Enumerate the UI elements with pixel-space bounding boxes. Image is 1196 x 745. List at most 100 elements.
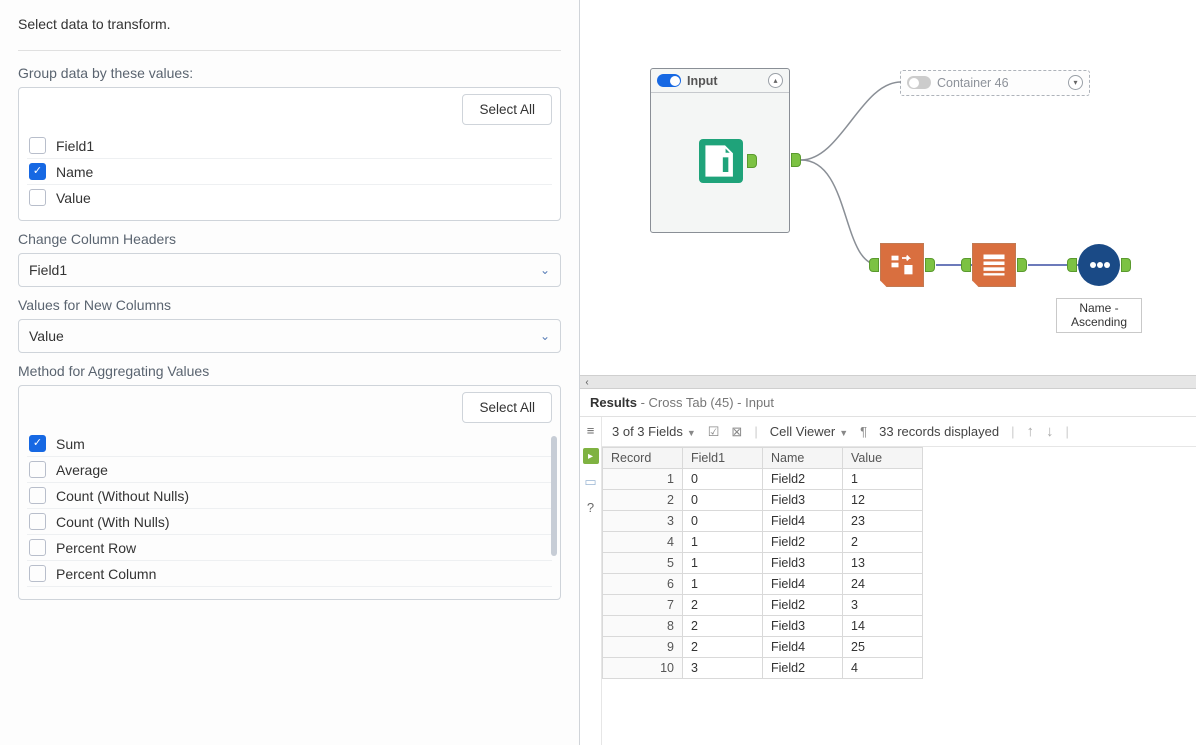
- sort-tool[interactable]: [1078, 244, 1120, 286]
- change-headers-select[interactable]: Field1 ⌄: [18, 253, 561, 287]
- checkbox-icon[interactable]: [29, 513, 46, 530]
- column-header[interactable]: Record: [603, 448, 683, 469]
- table-cell[interactable]: Field4: [763, 574, 843, 595]
- table-row[interactable]: 30Field423: [603, 511, 923, 532]
- input-container[interactable]: Input ▴: [650, 68, 790, 233]
- table-cell[interactable]: 7: [603, 595, 683, 616]
- disabled-container[interactable]: Container 46 ▾: [900, 70, 1090, 96]
- table-cell[interactable]: Field3: [763, 553, 843, 574]
- table-cell[interactable]: Field4: [763, 511, 843, 532]
- table-cell[interactable]: Field2: [763, 532, 843, 553]
- table-cell[interactable]: 10: [603, 658, 683, 679]
- input-anchor-icon[interactable]: ▸: [583, 448, 599, 464]
- table-cell[interactable]: 3: [683, 658, 763, 679]
- checkbox-icon[interactable]: [29, 163, 46, 180]
- table-cell[interactable]: 6: [603, 574, 683, 595]
- table-row[interactable]: 20Field312: [603, 490, 923, 511]
- table-cell[interactable]: 0: [683, 469, 763, 490]
- table-cell[interactable]: 4: [603, 532, 683, 553]
- transpose-tool[interactable]: [880, 243, 924, 287]
- table-row[interactable]: 82Field314: [603, 616, 923, 637]
- checkbox-icon[interactable]: [29, 435, 46, 452]
- table-cell[interactable]: 25: [843, 637, 923, 658]
- paragraph-icon[interactable]: ¶: [860, 424, 867, 439]
- agg-method-row[interactable]: Sum: [27, 431, 552, 457]
- column-header[interactable]: Field1: [683, 448, 763, 469]
- container-out-anchor[interactable]: [791, 153, 801, 167]
- collapse-icon[interactable]: ▴: [768, 73, 783, 88]
- group-field-row[interactable]: Name: [27, 159, 552, 185]
- table-cell[interactable]: Field3: [763, 616, 843, 637]
- group-field-row[interactable]: Field1: [27, 133, 552, 159]
- select-all-button[interactable]: Select All: [462, 94, 552, 125]
- select-all-button[interactable]: Select All: [462, 392, 552, 423]
- group-field-row[interactable]: Value: [27, 185, 552, 210]
- table-row[interactable]: 41Field22: [603, 532, 923, 553]
- checkbox-icon[interactable]: [29, 189, 46, 206]
- table-cell[interactable]: 3: [603, 511, 683, 532]
- table-cell[interactable]: 12: [843, 490, 923, 511]
- table-cell[interactable]: 2: [603, 490, 683, 511]
- help-icon[interactable]: ?: [587, 500, 594, 515]
- output-anchor[interactable]: [925, 258, 935, 272]
- agg-method-row[interactable]: Count (Without Nulls): [27, 483, 552, 509]
- table-cell[interactable]: 23: [843, 511, 923, 532]
- table-row[interactable]: 61Field424: [603, 574, 923, 595]
- input-anchor[interactable]: [961, 258, 971, 272]
- table-cell[interactable]: 1: [683, 532, 763, 553]
- table-cell[interactable]: 0: [683, 511, 763, 532]
- output-anchor[interactable]: [1121, 258, 1131, 272]
- table-cell[interactable]: Field2: [763, 469, 843, 490]
- output-anchor[interactable]: [1017, 258, 1027, 272]
- fields-count[interactable]: 3 of 3 Fields▼: [612, 424, 696, 439]
- deselect-fields-icon[interactable]: ⊠: [731, 424, 742, 440]
- checkbox-icon[interactable]: [29, 487, 46, 504]
- table-cell[interactable]: 4: [843, 658, 923, 679]
- table-cell[interactable]: 2: [683, 595, 763, 616]
- table-row[interactable]: 72Field23: [603, 595, 923, 616]
- crosstab-tool[interactable]: [972, 243, 1016, 287]
- table-cell[interactable]: Field2: [763, 595, 843, 616]
- column-header[interactable]: Value: [843, 448, 923, 469]
- table-row[interactable]: 10Field21: [603, 469, 923, 490]
- collapse-results-icon[interactable]: ‹: [580, 377, 594, 388]
- input-tool[interactable]: [699, 139, 743, 183]
- table-cell[interactable]: 13: [843, 553, 923, 574]
- checkbox-icon[interactable]: [29, 137, 46, 154]
- agg-method-row[interactable]: Percent Row: [27, 535, 552, 561]
- expand-icon[interactable]: ▾: [1068, 75, 1083, 90]
- select-fields-icon[interactable]: ☑: [708, 424, 720, 440]
- checkbox-icon[interactable]: [29, 461, 46, 478]
- list-icon[interactable]: ≡: [587, 423, 595, 438]
- output-anchor[interactable]: [747, 154, 757, 168]
- table-cell[interactable]: 8: [603, 616, 683, 637]
- agg-method-row[interactable]: Count (With Nulls): [27, 509, 552, 535]
- table-cell[interactable]: Field2: [763, 658, 843, 679]
- cell-viewer-dropdown[interactable]: Cell Viewer▼: [770, 424, 848, 439]
- prev-icon[interactable]: ↑: [1026, 423, 1034, 440]
- checkbox-icon[interactable]: [29, 539, 46, 556]
- table-cell[interactable]: Field4: [763, 637, 843, 658]
- table-cell[interactable]: 2: [683, 637, 763, 658]
- results-splitter[interactable]: ‹: [580, 375, 1196, 389]
- table-cell[interactable]: 1: [603, 469, 683, 490]
- table-cell[interactable]: 5: [603, 553, 683, 574]
- table-cell[interactable]: 14: [843, 616, 923, 637]
- checkbox-icon[interactable]: [29, 565, 46, 582]
- output-anchor-icon[interactable]: ▭: [584, 474, 596, 490]
- input-anchor[interactable]: [1067, 258, 1077, 272]
- table-cell[interactable]: 1: [683, 553, 763, 574]
- table-cell[interactable]: 24: [843, 574, 923, 595]
- workflow-canvas[interactable]: Input ▴ Container 46 ▾: [580, 0, 1196, 375]
- table-row[interactable]: 92Field425: [603, 637, 923, 658]
- agg-method-row[interactable]: Percent Column: [27, 561, 552, 587]
- table-cell[interactable]: 9: [603, 637, 683, 658]
- values-new-select[interactable]: Value ⌄: [18, 319, 561, 353]
- next-icon[interactable]: ↓: [1046, 423, 1054, 440]
- agg-method-row[interactable]: Average: [27, 457, 552, 483]
- toggle-icon[interactable]: [907, 76, 931, 89]
- table-cell[interactable]: 2: [843, 532, 923, 553]
- table-cell[interactable]: Field3: [763, 490, 843, 511]
- input-anchor[interactable]: [869, 258, 879, 272]
- table-cell[interactable]: 1: [843, 469, 923, 490]
